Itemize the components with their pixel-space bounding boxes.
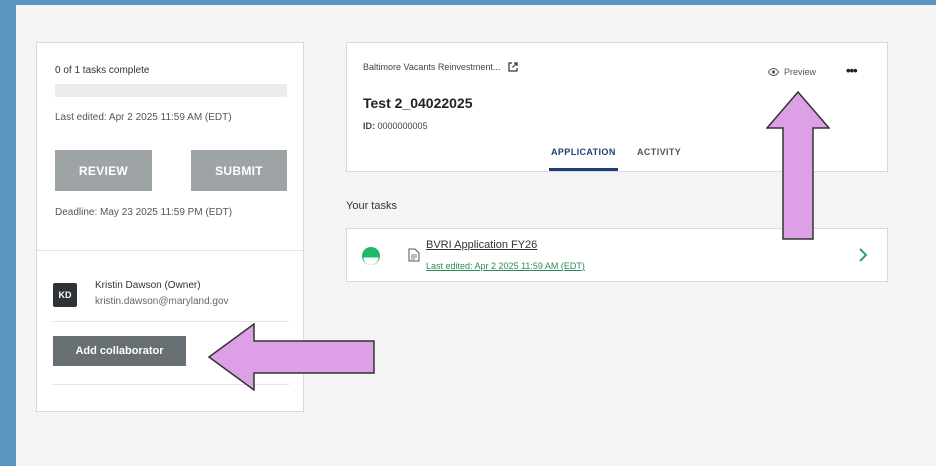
owner-email: kristin.dawson@maryland.gov: [95, 296, 229, 307]
progress-bar: [55, 84, 287, 97]
task-name-link[interactable]: BVRI Application FY26: [426, 239, 537, 251]
review-button[interactable]: REVIEW: [55, 150, 152, 191]
preview-label: Preview: [784, 67, 817, 77]
tasks-complete-text: 0 of 1 tasks complete: [55, 65, 150, 76]
submit-button[interactable]: SUBMIT: [191, 150, 287, 191]
document-icon: [408, 248, 420, 262]
avatar: KD: [53, 283, 77, 307]
main-content: 0 of 1 tasks complete Last edited: Apr 2…: [16, 5, 936, 466]
task-last-edited[interactable]: Last edited: Apr 2 2025 11:59 AM (EDT): [426, 261, 585, 271]
org-link[interactable]: Baltimore Vacants Reinvestment...: [363, 62, 518, 72]
eye-icon: [768, 68, 779, 76]
id-label: ID:: [363, 121, 375, 131]
tab-application[interactable]: APPLICATION: [551, 147, 616, 157]
tasks-heading: Your tasks: [346, 200, 397, 212]
annotation-arrow-up: [766, 91, 830, 240]
owner-name: Kristin Dawson (Owner): [95, 280, 201, 291]
page-title: Test 2_04022025: [363, 95, 473, 111]
deadline-text: Deadline: May 23 2025 11:59 PM (EDT): [55, 207, 233, 218]
divider: [37, 250, 303, 251]
org-name: Baltimore Vacants Reinvestment...: [363, 62, 501, 72]
id-value: 0000000005: [377, 121, 428, 131]
application-id: ID: 0000000005: [363, 121, 428, 131]
divider: [53, 321, 289, 322]
last-edited-text: Last edited: Apr 2 2025 11:59 AM (EDT): [55, 112, 232, 123]
tab-activity[interactable]: ACTIVITY: [637, 147, 681, 157]
more-options-icon[interactable]: •••: [846, 63, 858, 78]
preview-button[interactable]: Preview: [768, 67, 816, 77]
active-tab-indicator: [549, 168, 618, 171]
chevron-right-icon[interactable]: [858, 246, 868, 264]
annotation-arrow-left: [208, 323, 375, 391]
add-collaborator-button[interactable]: Add collaborator: [53, 336, 186, 366]
external-link-icon: [508, 62, 518, 72]
half-complete-status-icon: [362, 247, 380, 265]
